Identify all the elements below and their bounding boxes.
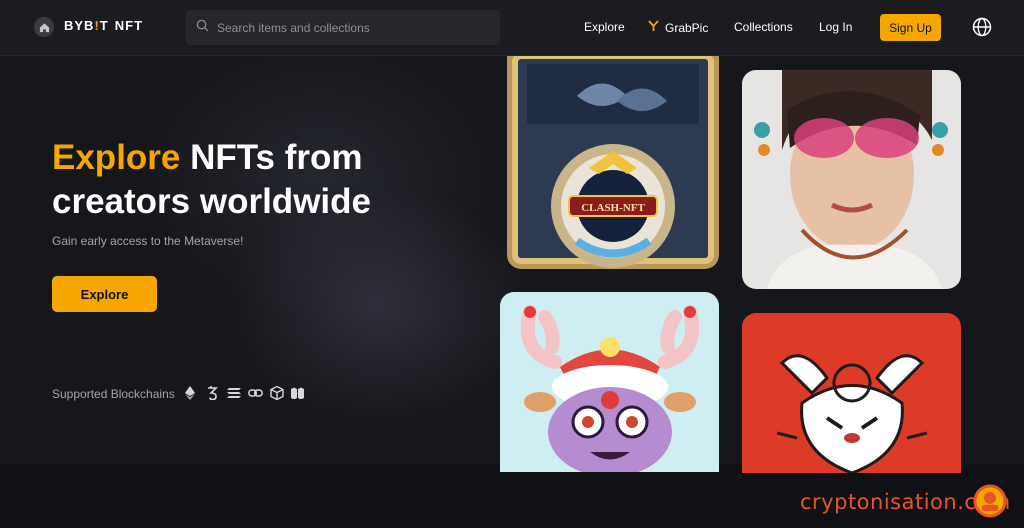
ethereum-icon <box>185 386 199 400</box>
watermark-logo-icon <box>972 483 1008 524</box>
nav-collections-link[interactable]: Collections <box>734 20 793 34</box>
deer-monster-artwork <box>500 292 719 472</box>
clash-nft-artwork: CLASH-NFT <box>507 56 719 269</box>
nav-grabpic-link[interactable]: GrabPic <box>648 20 708 35</box>
bybit-nft-logo[interactable]: BYB!T NFT <box>64 18 143 33</box>
nft-card-rabbit[interactable] <box>742 313 961 473</box>
home-icon[interactable] <box>34 17 54 37</box>
logo-text-a: BYB <box>64 18 95 33</box>
search-bar[interactable] <box>186 10 500 45</box>
hero-title: Explore NFTs from creators worldwide <box>52 136 371 224</box>
clash-nft-badge-text: CLASH-NFT <box>581 202 645 214</box>
logo-text-b: T <box>99 18 109 33</box>
globe-language-icon[interactable] <box>972 17 992 42</box>
nav-explore-link[interactable]: Explore <box>584 20 625 34</box>
hero-subtitle: Gain early access to the Metaverse! <box>52 234 244 248</box>
supported-blockchains-label: Supported Blockchains <box>52 387 175 401</box>
nft-card-clash[interactable]: CLASH-NFT <box>507 56 719 269</box>
polygon-icon <box>290 386 304 400</box>
nft-card-portrait[interactable] <box>742 70 961 289</box>
search-input[interactable] <box>215 19 489 36</box>
hero-title-line1-rest: NFTs from <box>180 138 363 177</box>
sign-up-button[interactable]: Sign Up <box>880 14 941 41</box>
explore-button[interactable]: Explore <box>52 276 157 312</box>
tezos-icon <box>206 386 220 401</box>
chain-link-icon <box>248 386 263 400</box>
search-icon <box>196 19 209 37</box>
nft-card-deer-monster[interactable] <box>500 292 719 472</box>
top-navigation-bar: BYB!TNFT Explore GrabPic Collections Log… <box>0 0 1024 56</box>
grabpic-icon <box>648 20 659 35</box>
rabbit-artwork <box>742 313 961 473</box>
hero-title-accent: Explore <box>52 138 181 177</box>
hero-title-line2: creators worldwide <box>52 182 371 221</box>
grabpic-label: GrabPic <box>665 20 709 35</box>
cube-icon <box>270 385 284 401</box>
logo-text-nft: NFT <box>114 18 144 33</box>
solana-icon <box>227 386 241 400</box>
login-link[interactable]: Log In <box>819 20 852 34</box>
portrait-artwork <box>742 70 961 289</box>
